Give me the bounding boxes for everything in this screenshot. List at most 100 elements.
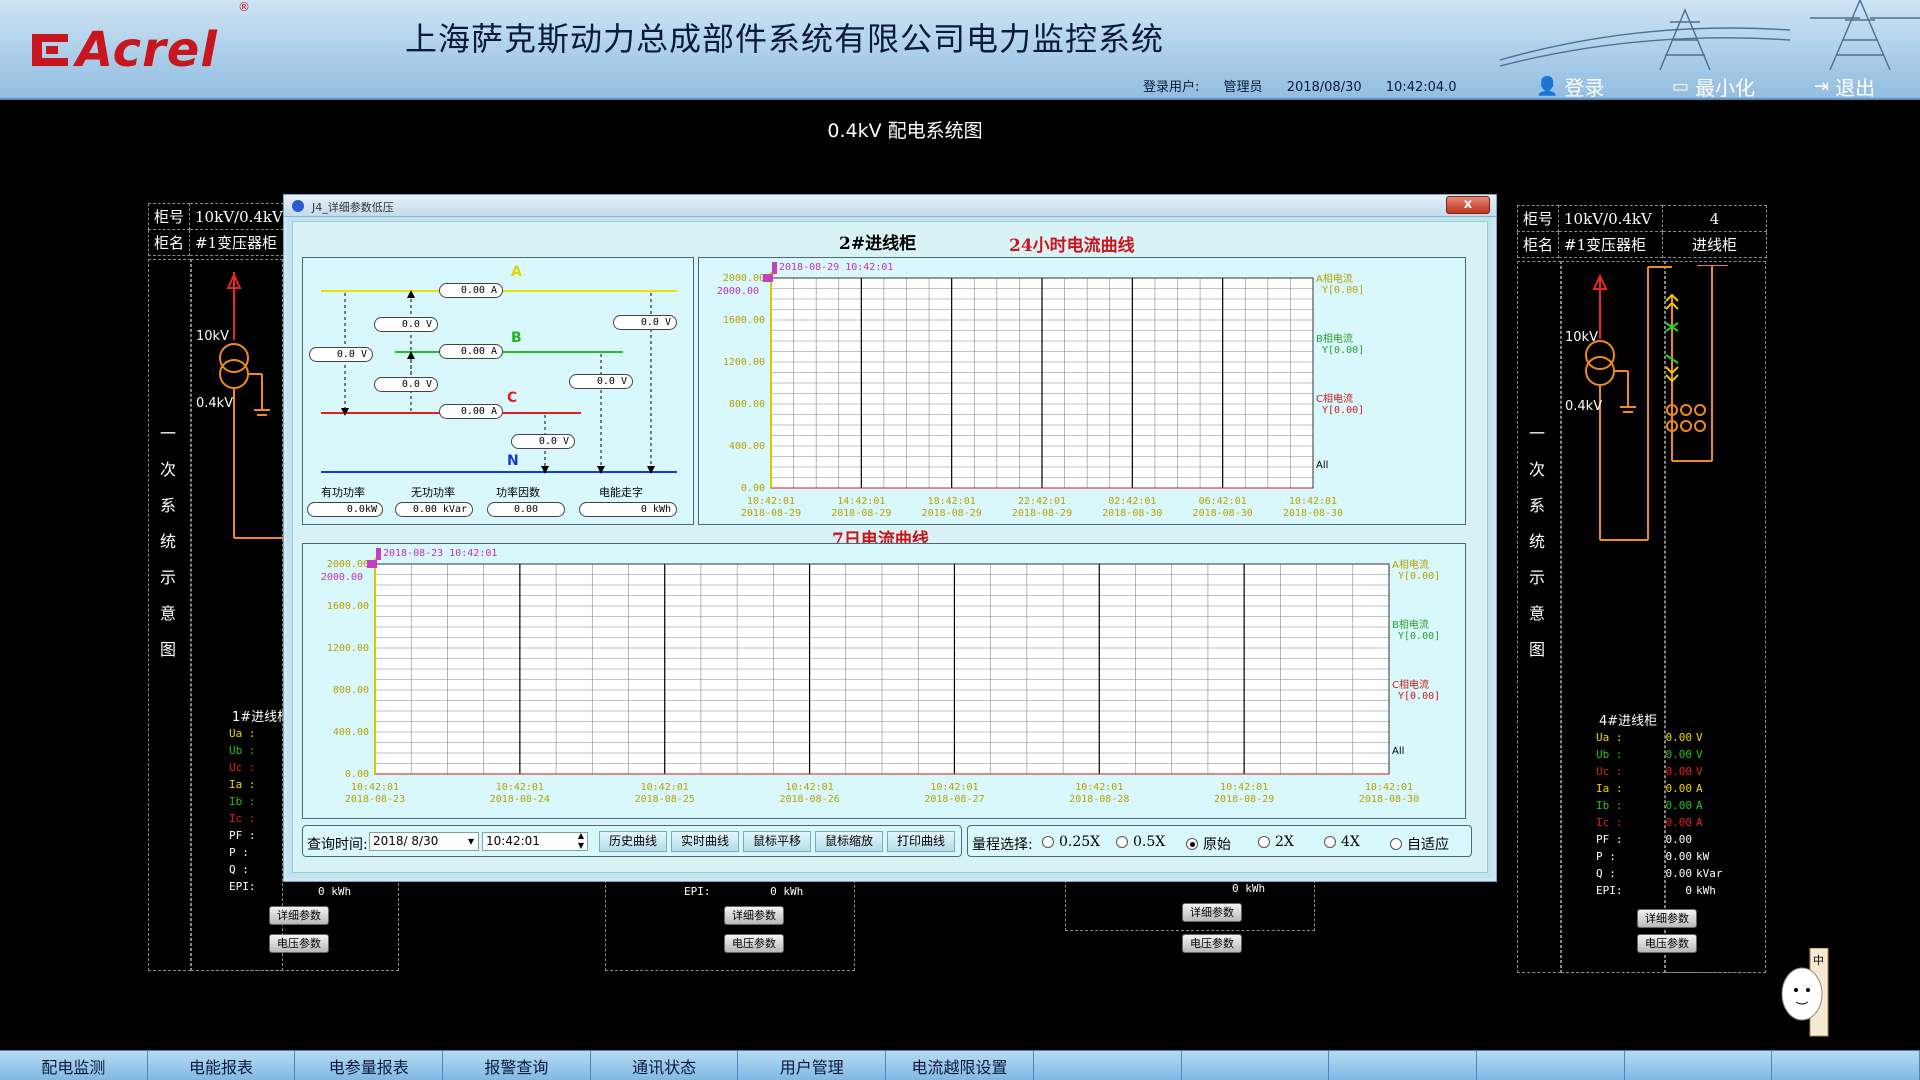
reactive-power-label: 无功功率 [411,486,455,499]
minimize-button[interactable]: ▭ 最小化 [1672,72,1755,101]
left-detail-button[interactable]: 详细参数 [269,906,329,925]
dialog-titlebar[interactable]: J4_详细参数低压 x [284,195,1496,217]
range-option[interactable]: 原始 [1186,834,1231,854]
mouse-pan-button[interactable]: 鼠标平移 [743,831,811,852]
query-controls: 查询时间: 2018/ 8/30 ▾ 10:42:01 ▲ ▼ 历史曲线 实时曲线… [302,825,962,857]
left-vertical-label: 一次系统示意图 [158,416,178,668]
vertical-char: 示 [159,568,176,587]
cursor-marker[interactable] [763,274,773,282]
mid2-voltage-button[interactable]: 电压参数 [1182,934,1242,953]
cursor-value-label: 2000.00 [717,286,759,297]
mid1-detail-button[interactable]: 详细参数 [724,906,784,925]
radio-icon[interactable] [1186,838,1198,850]
left-readings: Ua : Ub : Uc : Ia : Ib : Ic : PF : P : Q : EPI: [229,725,256,895]
mid2-detail-button[interactable]: 详细参数 [1182,903,1242,922]
radio-icon[interactable] [1042,836,1054,848]
left-voltage-button[interactable]: 电压参数 [269,934,329,953]
nav-item[interactable]: 通讯状态 [591,1051,739,1080]
query-date-picker[interactable]: 2018/ 8/30 ▾ [369,832,479,851]
y-tick-label: 400.00 [729,441,765,452]
query-time-spinner[interactable]: 10:42:01 ▲ ▼ [482,831,588,851]
nav-item[interactable]: 报警查询 [443,1051,591,1080]
y-tick-label: 2000.00 [327,559,369,570]
reading-label: Uc : [1596,765,1623,778]
radio-icon[interactable] [1116,836,1128,848]
reading-value: 0.00 [1665,867,1693,880]
range-label: 量程选择: [972,837,1033,853]
range-option[interactable]: 2X [1258,834,1294,850]
reading-value: 0.00 [1665,850,1693,863]
chart-24h[interactable]: 0.00 400.00 800.00 1200.00 1600.00 2000.00 10:… [699,258,1467,526]
vertical-char: 次 [159,460,176,479]
reading-value: 0 [1685,884,1692,897]
cursor-time-label: 2018-08-29 10:42:01 [779,262,893,273]
y-tick-label: 400.00 [333,727,369,738]
calendar-dropdown-icon[interactable]: ▾ [468,833,474,850]
chart-7d[interactable]: 0.00 400.00 800.00 1200.00 1600.00 2000.00 10:… [303,544,1467,820]
dialog-close-button[interactable]: x [1446,196,1490,214]
cursor-handle[interactable] [376,548,381,560]
cursor-handle[interactable] [772,262,777,274]
radio-icon[interactable] [1258,836,1270,848]
range-option[interactable]: 0.25X [1042,834,1100,850]
x-tick-label: 10:42:01 2018-08-24 [490,782,550,805]
reading-row: PF : 0.00 [1596,831,1723,848]
phase-b-label: B [511,330,522,346]
y-tick-label: 1200.00 [327,643,369,654]
right-detail-button[interactable]: 详细参数 [1637,909,1697,928]
nav-item[interactable]: 用户管理 [738,1051,887,1080]
x-tick-label: 10:42:01 2018-08-30 [1359,782,1419,805]
diagram-title: 0.4kV 配电系统图 [827,120,983,142]
login-label: 登录用户: [1143,80,1200,95]
range-option[interactable]: 自适应 [1390,834,1449,854]
reading-label: PF : [1596,833,1623,846]
reading-label: P : [1596,850,1616,863]
radio-icon[interactable] [1324,836,1336,848]
login-user: 管理员 [1223,80,1263,95]
left-feeder-name: 1#进线柜 [232,710,291,725]
phase-wiring-panel: A B C N 0.00 A 0.00 A 0.00 A 0.0 V 0.0 V… [302,257,694,525]
spinner-arrows-icon[interactable]: ▲ ▼ [578,831,584,851]
range-option[interactable]: 4X [1324,834,1360,850]
current-a-value: 0.00 A [439,283,503,298]
mid1-voltage-button[interactable]: 电压参数 [724,934,784,953]
cursor-marker[interactable] [367,560,377,568]
legend-value: Y[0.00] [1322,345,1364,356]
history-curve-button[interactable]: 历史曲线 [599,831,667,852]
active-power-value: 0.0kW [307,502,383,517]
vertical-char: 一 [159,424,176,443]
nav-item[interactable]: 电能报表 [148,1051,296,1080]
range-option[interactable]: 0.5X [1116,834,1165,850]
exit-button[interactable]: ⇥ 退出 [1814,72,1875,101]
print-curve-button[interactable]: 打印曲线 [887,831,955,852]
legend-value: Y[0.00] [1398,631,1440,642]
right-voltage-button[interactable]: 电压参数 [1637,934,1697,953]
legend-name: All [1392,746,1404,757]
voltage-cn-value: 0.0 V [511,434,575,449]
login-button[interactable]: 👤 登录 [1536,72,1604,101]
system-title: 上海萨克斯动力总成部件系统有限公司电力监控系统 [405,20,1165,58]
nav-item[interactable]: 电参量报表 [295,1051,444,1080]
realtime-curve-button[interactable]: 实时曲线 [671,831,739,852]
left-cabinet-table: 柜号 10kV/0.4kV 柜名 #1变压器柜 [147,203,289,256]
voltage-ab-value: 0.0 V [374,317,438,332]
x-tick-label: 10:42:01 2018-08-27 [924,782,984,805]
reading-unit: A [1696,799,1703,812]
mid2-epi: 0 kWh [1232,882,1266,895]
logo-mark-icon [32,34,68,66]
mascot-widget-icon[interactable]: 中 [1780,948,1832,1038]
right-vertical-label: 一次系统示意图 [1527,416,1547,668]
nav-item[interactable]: 电流越限设置 [886,1051,1034,1080]
range-option-label: 0.5X [1133,834,1166,850]
range-option-label: 2X [1275,834,1294,850]
right-cabinet-name-value: #1变压器柜 [1558,231,1664,258]
nav-item[interactable]: 配电监测 [0,1051,148,1080]
cabinet-no-value: 10kV/0.4kV [189,203,289,230]
phase-c-label: C [507,390,518,406]
mid1-epi: EPI: 0 kWh [684,885,804,898]
mouse-zoom-button[interactable]: 鼠标缩放 [815,831,883,852]
radio-icon[interactable] [1390,838,1402,850]
right-lv-label: 0.4kV [1565,399,1603,414]
chart-7d-panel[interactable]: 0.00 400.00 800.00 1200.00 1600.00 2000.00 10:… [302,543,1466,819]
chart-24h-panel[interactable]: 0.00 400.00 800.00 1200.00 1600.00 2000.00 10:… [698,257,1466,525]
